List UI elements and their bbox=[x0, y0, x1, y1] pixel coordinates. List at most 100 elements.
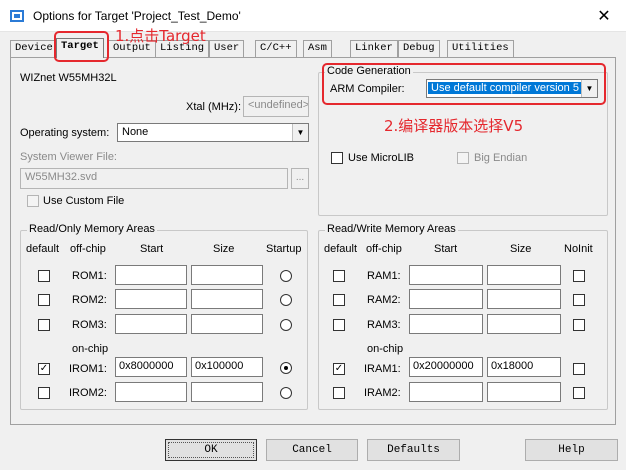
rom2-label: ROM2: bbox=[72, 294, 107, 306]
rom1-start-input[interactable] bbox=[115, 265, 187, 285]
xtal-label: Xtal (MHz): bbox=[186, 101, 241, 113]
device-name: WIZnet W55MH32L bbox=[20, 72, 117, 84]
iram2-default-checkbox[interactable] bbox=[333, 387, 345, 399]
chevron-down-icon: ▼ bbox=[292, 124, 308, 141]
ram1-size-input[interactable] bbox=[487, 265, 561, 285]
use-custom-file-label: Use Custom File bbox=[43, 195, 125, 207]
xtal-input[interactable]: <undefined> bbox=[243, 96, 309, 117]
ram1-label: RAM1: bbox=[367, 270, 401, 282]
window-title: Options for Target 'Project_Test_Demo' bbox=[33, 9, 241, 23]
irom1-label: IROM1: bbox=[69, 363, 107, 375]
rom1-startup-radio[interactable] bbox=[280, 270, 292, 282]
iram2-size-input[interactable] bbox=[487, 382, 561, 402]
iram2-noinit-checkbox[interactable] bbox=[573, 387, 585, 399]
iram1-default-checkbox[interactable]: ✓ bbox=[333, 363, 345, 375]
os-select-value: None bbox=[122, 126, 149, 138]
tab-target[interactable]: Target bbox=[56, 38, 104, 58]
rw-header-size: Size bbox=[510, 243, 532, 255]
iram1-label: IRAM1: bbox=[364, 363, 401, 375]
ro-header-offchip: off-chip bbox=[70, 243, 106, 255]
tab-linker[interactable]: Linker bbox=[350, 40, 398, 57]
close-icon: ✕ bbox=[597, 8, 611, 25]
ram2-noinit-checkbox[interactable] bbox=[573, 294, 585, 306]
rw-header-start: Start bbox=[434, 243, 458, 255]
help-button[interactable]: Help bbox=[525, 439, 618, 461]
close-button[interactable]: ✕ bbox=[582, 0, 626, 32]
rw-onchip-label: on-chip bbox=[367, 343, 404, 355]
irom1-start-input[interactable]: 0x8000000 bbox=[115, 357, 187, 377]
ram3-noinit-checkbox[interactable] bbox=[573, 319, 585, 331]
ram1-default-checkbox[interactable] bbox=[333, 270, 345, 282]
tab-asm[interactable]: Asm bbox=[303, 40, 332, 57]
keil-app-icon bbox=[10, 10, 24, 22]
ram2-start-input[interactable] bbox=[409, 289, 483, 309]
rw-header-offchip: off-chip bbox=[366, 243, 402, 255]
rom1-label: ROM1: bbox=[72, 270, 107, 282]
os-select[interactable]: None ▼ bbox=[117, 123, 309, 142]
ram1-noinit-checkbox[interactable] bbox=[573, 270, 585, 282]
rom1-size-input[interactable] bbox=[191, 265, 263, 285]
ro-header-startup: Startup bbox=[266, 243, 302, 255]
tab-device[interactable]: Device bbox=[10, 40, 58, 57]
use-microlib-checkbox[interactable] bbox=[331, 152, 343, 164]
rw-header-default: default bbox=[324, 243, 358, 255]
svd-label: System Viewer File: bbox=[20, 151, 117, 163]
iram2-start-input[interactable] bbox=[409, 382, 483, 402]
irom1-size-input[interactable]: 0x100000 bbox=[191, 357, 263, 377]
svd-browse-button[interactable]: ... bbox=[291, 168, 309, 189]
irom1-default-checkbox[interactable]: ✓ bbox=[38, 363, 50, 375]
rom1-default-checkbox[interactable] bbox=[38, 270, 50, 282]
irom1-startup-radio[interactable] bbox=[280, 362, 292, 374]
iram1-size-input[interactable]: 0x18000 bbox=[487, 357, 561, 377]
ok-button[interactable]: OK bbox=[165, 439, 257, 461]
title-bar: Options for Target 'Project_Test_Demo' ✕ bbox=[0, 0, 626, 32]
ram2-default-checkbox[interactable] bbox=[333, 294, 345, 306]
ram1-start-input[interactable] bbox=[409, 265, 483, 285]
iram1-start-input[interactable]: 0x20000000 bbox=[409, 357, 483, 377]
use-custom-file-checkbox[interactable] bbox=[27, 195, 39, 207]
rom2-default-checkbox[interactable] bbox=[38, 294, 50, 306]
irom2-startup-radio[interactable] bbox=[280, 387, 292, 399]
rom3-default-checkbox[interactable] bbox=[38, 319, 50, 331]
annotation-step1: 1.点击Target bbox=[115, 27, 206, 45]
cancel-button[interactable]: Cancel bbox=[266, 439, 358, 461]
iram2-label: IRAM2: bbox=[364, 387, 401, 399]
rom2-size-input[interactable] bbox=[191, 289, 263, 309]
tab-utilities[interactable]: Utilities bbox=[447, 40, 514, 57]
readonly-memory-legend: Read/Only Memory Areas bbox=[27, 223, 157, 235]
irom2-size-input[interactable] bbox=[191, 382, 263, 402]
tab-c-cpp[interactable]: C/C++ bbox=[255, 40, 297, 57]
defaults-button[interactable]: Defaults bbox=[367, 439, 460, 461]
rom3-start-input[interactable] bbox=[115, 314, 187, 334]
rom3-size-input[interactable] bbox=[191, 314, 263, 334]
readwrite-memory-legend: Read/Write Memory Areas bbox=[325, 223, 458, 235]
tab-strip: Device Target Output Listing User C/C++ … bbox=[10, 38, 616, 58]
irom2-default-checkbox[interactable] bbox=[38, 387, 50, 399]
ro-header-size: Size bbox=[213, 243, 235, 255]
ro-onchip-label: on-chip bbox=[72, 343, 109, 355]
ro-header-default: default bbox=[26, 243, 60, 255]
big-endian-label: Big Endian bbox=[474, 152, 528, 164]
ram3-default-checkbox[interactable] bbox=[333, 319, 345, 331]
ram2-size-input[interactable] bbox=[487, 289, 561, 309]
ram2-label: RAM2: bbox=[367, 294, 401, 306]
ram3-label: RAM3: bbox=[367, 319, 401, 331]
irom2-start-input[interactable] bbox=[115, 382, 187, 402]
rom3-label: ROM3: bbox=[72, 319, 107, 331]
svd-input[interactable]: W55MH32.svd bbox=[20, 168, 288, 189]
rom3-startup-radio[interactable] bbox=[280, 319, 292, 331]
ram3-start-input[interactable] bbox=[409, 314, 483, 334]
tab-user[interactable]: User bbox=[209, 40, 245, 57]
os-label: Operating system: bbox=[20, 127, 110, 139]
annotation-box-compiler bbox=[322, 63, 606, 105]
big-endian-checkbox[interactable] bbox=[457, 152, 469, 164]
rw-header-noinit: NoInit bbox=[564, 243, 593, 255]
use-microlib-label: Use MicroLIB bbox=[348, 152, 415, 164]
iram1-noinit-checkbox[interactable] bbox=[573, 363, 585, 375]
tab-debug[interactable]: Debug bbox=[398, 40, 440, 57]
ram3-size-input[interactable] bbox=[487, 314, 561, 334]
rom2-startup-radio[interactable] bbox=[280, 294, 292, 306]
ro-header-start: Start bbox=[140, 243, 164, 255]
annotation-step2: 2.编译器版本选择V5 bbox=[384, 117, 524, 135]
rom2-start-input[interactable] bbox=[115, 289, 187, 309]
